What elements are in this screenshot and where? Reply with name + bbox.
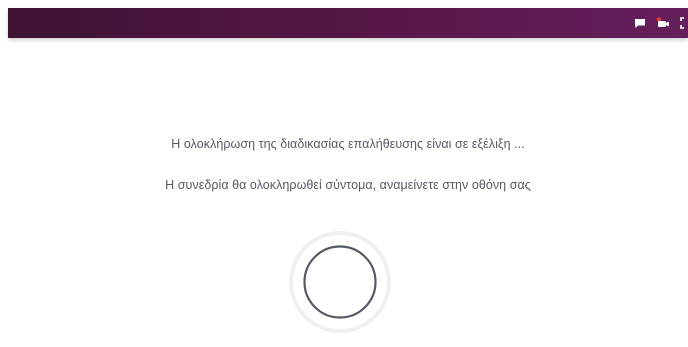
loading-spinner bbox=[288, 230, 392, 334]
session-wait-text: Η συνεδρία θα ολοκληρωθεί σύντομα, αναμε… bbox=[165, 178, 531, 192]
loading-spinner-icon bbox=[289, 231, 391, 333]
fullscreen-icon[interactable] bbox=[680, 17, 688, 29]
top-bar-icons bbox=[634, 8, 688, 38]
main-content: Η ολοκλήρωση της διαδικασίας επαλήθευσης… bbox=[8, 38, 688, 347]
chat-icon[interactable] bbox=[634, 18, 646, 29]
verification-progress-text: Η ολοκλήρωση της διαδικασίας επαλήθευσης… bbox=[171, 137, 525, 151]
top-bar bbox=[8, 8, 688, 38]
camera-icon[interactable] bbox=[656, 17, 670, 29]
